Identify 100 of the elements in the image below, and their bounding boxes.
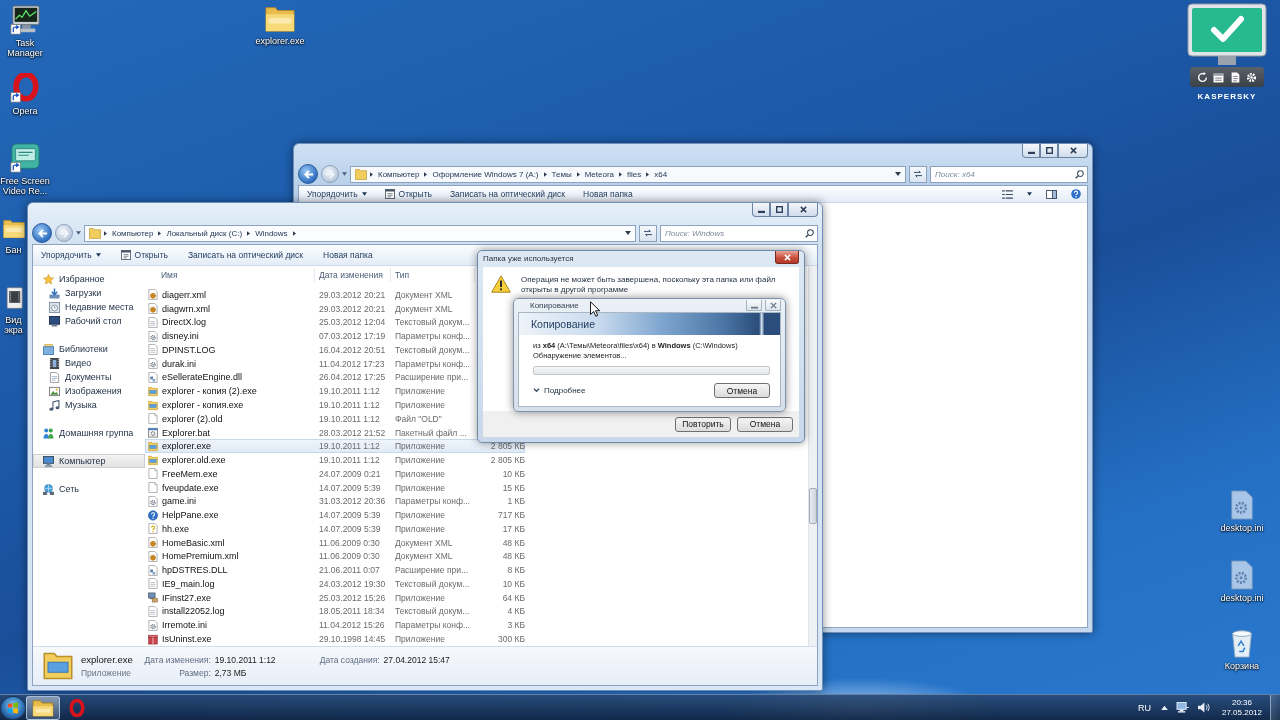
file-row[interactable]: install22052.log 18.05.2011 18:34 Текстовый докум... 4 КБ — [145, 604, 525, 619]
file-row[interactable]: explorer.exe 19.10.2011 1:12 Приложение 2 805 КБ — [145, 439, 525, 454]
back-button[interactable] — [298, 164, 318, 184]
desktop-icon-label[interactable]: Вид экра — [0, 315, 27, 335]
minimize-button[interactable] — [746, 300, 762, 311]
breadcrumb[interactable]: Meteora — [582, 169, 617, 179]
file-row[interactable]: FreeMem.exe 24.07.2009 0:21 Приложение 10 КБ — [145, 466, 525, 481]
desktop-icon-label[interactable]: explorer.exe — [255, 36, 305, 46]
nav-item[interactable]: Изображения — [33, 384, 145, 398]
cancel-button[interactable]: Отмена — [714, 383, 770, 398]
file-row[interactable]: hh.exe 14.07.2009 5:39 Приложение 17 КБ — [145, 522, 525, 536]
screen-recorder-icon[interactable] — [10, 143, 40, 173]
clock-time[interactable]: 20:36 — [1231, 697, 1252, 708]
nav-item[interactable]: Библиотеки — [33, 342, 145, 356]
refresh-button[interactable] — [639, 224, 657, 242]
organize-button[interactable]: Упорядочить — [305, 189, 369, 199]
open-button[interactable]: Открыть — [382, 189, 434, 199]
caret-down-icon[interactable] — [895, 172, 901, 176]
file-row[interactable]: explorer.old.exe 19.10.2011 1:12 Приложение 2 805 КБ — [145, 453, 525, 467]
chevron-right-icon[interactable] — [158, 230, 162, 236]
open-button[interactable]: Открыть — [118, 250, 170, 260]
desktop-icon-label[interactable]: desktop.ini — [1220, 523, 1264, 533]
nav-item[interactable]: Компьютер — [33, 454, 145, 468]
nav-item[interactable]: Загрузки — [33, 286, 145, 300]
nav-item[interactable]: Рабочий стол — [33, 314, 145, 328]
close-button[interactable] — [765, 300, 781, 311]
desktop-icon-label[interactable]: Free Screen Video Re... — [0, 176, 50, 196]
maximize-button[interactable] — [1040, 144, 1058, 158]
chevron-right-icon[interactable] — [543, 171, 547, 177]
file-row[interactable]: IE9_main.log 24.03.2012 19:30 Текстовый докум... 10 КБ — [145, 577, 525, 591]
organize-button[interactable]: Упорядочить — [39, 250, 103, 260]
desktop-icon-label[interactable]: desktop.ini — [1220, 593, 1264, 603]
chevron-right-icon[interactable] — [104, 230, 107, 236]
caret-down-icon[interactable] — [625, 231, 631, 235]
scrollbar[interactable] — [808, 266, 817, 646]
view-options-icon[interactable] — [1002, 189, 1013, 199]
search-field[interactable]: Поиск: x64 — [930, 165, 1088, 183]
opera-logo-icon[interactable] — [10, 73, 40, 103]
monitor-chart-icon[interactable] — [10, 5, 40, 35]
dialog-button[interactable]: Отмена — [737, 416, 793, 432]
toolbar-button[interactable]: Новая папка — [321, 250, 375, 260]
close-button[interactable] — [775, 251, 799, 264]
chevron-right-icon[interactable] — [619, 171, 623, 177]
gear-icon[interactable] — [1246, 71, 1258, 83]
file-row[interactable]: Irremote.ini 11.04.2012 15:26 Параметры конф... 3 КБ — [145, 618, 525, 633]
toolbar-button[interactable]: Записать на оптический диск — [186, 250, 306, 260]
show-desktop-button[interactable] — [1270, 695, 1280, 720]
breadcrumb[interactable]: Оформление Windows 7 (A:) — [430, 169, 541, 179]
caret-down-icon[interactable] — [76, 231, 81, 235]
caret-down-icon[interactable] — [1027, 192, 1032, 196]
nav-item[interactable]: Видео — [33, 356, 145, 370]
desktop-icon-label[interactable]: Task Manager — [0, 38, 50, 58]
chevron-right-icon[interactable] — [576, 171, 580, 177]
report-icon[interactable] — [1229, 71, 1241, 83]
desktop-icon-label[interactable]: Opera — [12, 106, 38, 116]
chevron-right-icon[interactable] — [292, 230, 296, 236]
desktop-icon-label[interactable]: Бан — [5, 245, 22, 255]
toolbar-button[interactable]: Новая папка — [581, 189, 635, 199]
breadcrumb[interactable]: files — [625, 169, 644, 179]
clock-date[interactable]: 27.05.2012 — [1221, 707, 1262, 718]
chevron-right-icon[interactable] — [424, 171, 428, 177]
breadcrumb[interactable]: Темы — [549, 169, 574, 179]
chevron-right-icon[interactable] — [247, 230, 251, 236]
breadcrumb[interactable]: Компьютер — [376, 169, 422, 179]
breadcrumb[interactable]: Локальный диск (C:) — [164, 228, 245, 238]
file-row[interactable]: IsUninst.exe 29.10.1998 14:45 Приложение 300 КБ — [145, 632, 525, 646]
address-bar[interactable]: Компьютер Локальный диск (C:) Windows — [84, 224, 636, 242]
language-indicator[interactable]: RU — [1137, 702, 1151, 713]
nav-item[interactable]: Избранное — [33, 272, 145, 286]
search-icon[interactable] — [805, 228, 814, 238]
help-icon[interactable] — [1071, 189, 1081, 199]
start-button[interactable] — [0, 695, 26, 720]
details-toggle[interactable]: Подробнее — [533, 386, 586, 395]
desktop-icon-label[interactable]: Корзина — [1224, 661, 1260, 671]
back-button[interactable] — [32, 223, 52, 243]
nav-item[interactable]: Музыка — [33, 398, 145, 412]
file-row[interactable]: HelpPane.exe 14.07.2009 5:39 Приложение 717 КБ — [145, 508, 525, 522]
column-header[interactable]: Дата изменения — [315, 268, 391, 282]
column-header[interactable]: Тип — [391, 268, 475, 282]
address-bar[interactable]: Компьютер Оформление Windows 7 (A:) Темы Meteora files x64 — [350, 165, 906, 183]
minimize-button[interactable] — [752, 203, 770, 217]
maximize-button[interactable] — [770, 203, 788, 217]
column-header[interactable]: Имя — [145, 268, 315, 282]
nav-item[interactable]: Документы — [33, 370, 145, 384]
toolbar-button[interactable]: Записать на оптический диск — [448, 189, 568, 199]
nav-item[interactable]: Недавние места — [33, 300, 145, 314]
breadcrumb[interactable]: x64 — [652, 169, 670, 179]
breadcrumb[interactable]: Windows — [253, 228, 290, 238]
speaker-icon[interactable] — [1196, 702, 1210, 713]
monitor-check-icon[interactable] — [1187, 3, 1267, 65]
minimize-button[interactable] — [1022, 144, 1040, 158]
file-row[interactable]: HomePremium.xml 11.06.2009 0:30 Документ XML 48 КБ — [145, 549, 525, 564]
nav-item[interactable]: Домашняя группа — [33, 426, 145, 440]
calendar-icon[interactable] — [1213, 71, 1225, 83]
breadcrumb[interactable]: Компьютер — [110, 228, 156, 238]
file-row[interactable]: HomeBasic.xml 11.06.2009 0:30 Документ XML 48 КБ — [145, 535, 525, 550]
scroll-thumb[interactable] — [809, 488, 817, 524]
close-button[interactable] — [1058, 144, 1088, 158]
nav-item[interactable]: Сеть — [33, 482, 145, 496]
file-row[interactable]: hpDSTRES.DLL 21.06.2011 0:07 Расширение при... 8 КБ — [145, 563, 525, 578]
